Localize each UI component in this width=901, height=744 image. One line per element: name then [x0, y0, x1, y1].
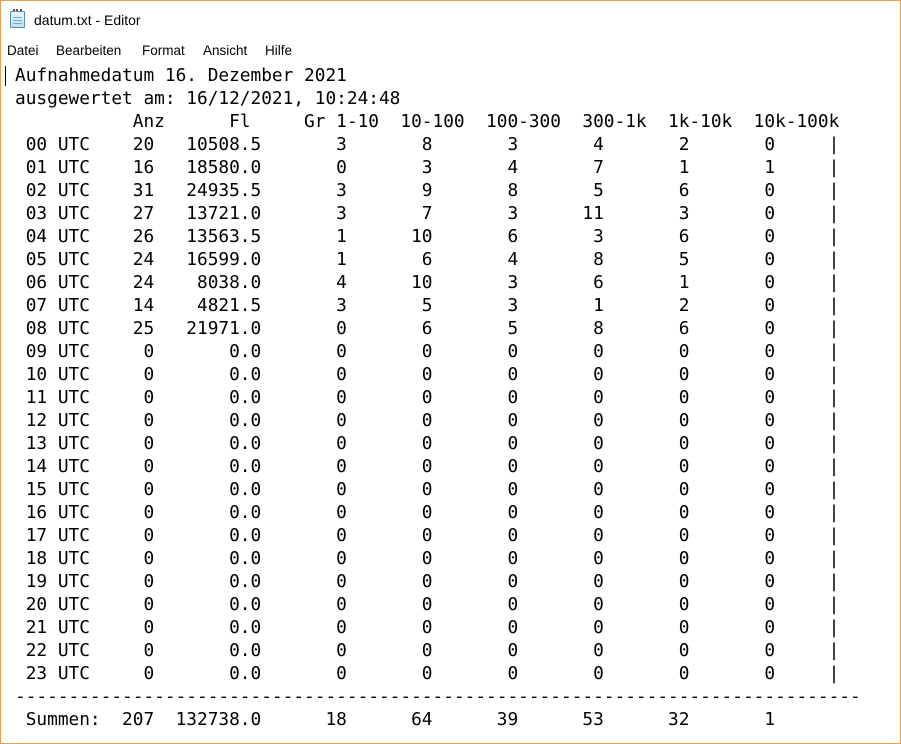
- text-line: Anz Fl Gr 1-10 10-100 100-300 300-1k 1k-…: [15, 111, 840, 132]
- text-line: 15 UTC 0 0.0 0 0 0 0 0 0 |: [15, 479, 840, 500]
- text-line: 20 UTC 0 0.0 0 0 0 0 0 0 |: [15, 594, 840, 615]
- text-line: 03 UTC 27 13721.0 3 7 3 11 3 0 |: [15, 203, 840, 224]
- text-line: 17 UTC 0 0.0 0 0 0 0 0 0 |: [15, 525, 840, 546]
- text-line: 06 UTC 24 8038.0 4 10 3 6 1 0 |: [15, 272, 840, 293]
- text-line: 13 UTC 0 0.0 0 0 0 0 0 0 |: [15, 433, 840, 454]
- text-line: ----------------------------------------…: [15, 686, 861, 707]
- text-line: 19 UTC 0 0.0 0 0 0 0 0 0 |: [15, 571, 840, 592]
- text-caret: [5, 66, 6, 86]
- menu-ansicht[interactable]: Ansicht: [203, 43, 247, 58]
- text-line: 16 UTC 0 0.0 0 0 0 0 0 0 |: [15, 502, 840, 523]
- text-line: ausgewertet am: 16/12/2021, 10:24:48: [15, 88, 401, 109]
- text-line: 02 UTC 31 24935.5 3 9 8 5 6 0 |: [15, 180, 840, 201]
- text-line: 11 UTC 0 0.0 0 0 0 0 0 0 |: [15, 387, 840, 408]
- text-line: 10 UTC 0 0.0 0 0 0 0 0 0 |: [15, 364, 840, 385]
- text-line: 04 UTC 26 13563.5 1 10 6 3 6 0 |: [15, 226, 840, 247]
- text-line: 14 UTC 0 0.0 0 0 0 0 0 0 |: [15, 456, 840, 477]
- title-bar[interactable]: datum.txt - Editor: [1, 1, 900, 39]
- menu-hilfe[interactable]: Hilfe: [265, 43, 292, 58]
- text-line: Aufnahmedatum 16. Dezember 2021: [15, 65, 347, 86]
- text-editor-area[interactable]: Aufnahmedatum 16. Dezember 2021 ausgewer…: [1, 62, 900, 743]
- text-line: 01 UTC 16 18580.0 0 3 4 7 1 1 |: [15, 157, 840, 178]
- text-line: 12 UTC 0 0.0 0 0 0 0 0 0 |: [15, 410, 840, 431]
- menu-bearbeiten[interactable]: Bearbeiten: [56, 43, 121, 58]
- text-line: 00 UTC 20 10508.5 3 8 3 4 2 0 |: [15, 134, 840, 155]
- text-line: Summen: 207 132738.0 18 64 39 53 32 1: [15, 709, 776, 730]
- notepad-window: datum.txt - Editor Datei Bearbeiten Form…: [0, 0, 901, 744]
- notepad-icon: [10, 9, 25, 28]
- menu-format[interactable]: Format: [142, 43, 185, 58]
- menu-datei[interactable]: Datei: [7, 43, 39, 58]
- text-line: 05 UTC 24 16599.0 1 6 4 8 5 0 |: [15, 249, 840, 270]
- text-line: 21 UTC 0 0.0 0 0 0 0 0 0 |: [15, 617, 840, 638]
- text-line: 08 UTC 25 21971.0 0 6 5 8 6 0 |: [15, 318, 840, 339]
- text-line: 23 UTC 0 0.0 0 0 0 0 0 0 |: [15, 663, 840, 684]
- text-line: 09 UTC 0 0.0 0 0 0 0 0 0 |: [15, 341, 840, 362]
- text-line: 22 UTC 0 0.0 0 0 0 0 0 0 |: [15, 640, 840, 661]
- window-title: datum.txt - Editor: [34, 12, 141, 28]
- menu-bar: Datei Bearbeiten Format Ansicht Hilfe: [1, 41, 900, 61]
- text-line: 18 UTC 0 0.0 0 0 0 0 0 0 |: [15, 548, 840, 569]
- text-line: 07 UTC 14 4821.5 3 5 3 1 2 0 |: [15, 295, 840, 316]
